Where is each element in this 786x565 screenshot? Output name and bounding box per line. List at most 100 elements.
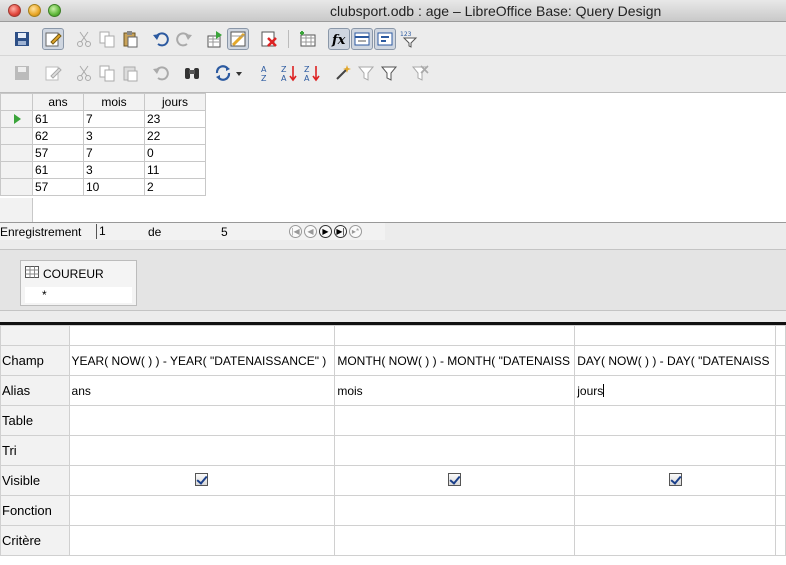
alias-input-value[interactable]: jours	[577, 384, 603, 398]
last-record-icon[interactable]: ▶|	[334, 225, 347, 238]
sort-cell[interactable]	[775, 435, 786, 466]
save-record-icon[interactable]	[11, 62, 33, 84]
row-header[interactable]	[0, 161, 33, 179]
table-cell[interactable]: 3	[83, 127, 145, 145]
table-row[interactable]: 57 7 0	[0, 144, 206, 162]
table-field-item[interactable]: *	[25, 287, 132, 303]
alias-cell[interactable]	[775, 375, 786, 406]
functions-icon[interactable]: fx	[328, 28, 350, 50]
field-cell[interactable]: YEAR( NOW( ) ) - YEAR( "DATENAISSANCE" )	[68, 345, 336, 376]
sort-ascending-icon[interactable]: AZ	[255, 62, 277, 84]
table-cell[interactable]: 22	[144, 127, 206, 145]
column-selector[interactable]	[334, 325, 576, 346]
current-row-marker-icon[interactable]	[0, 110, 33, 128]
field-cell[interactable]: MONTH( NOW( ) ) - MONTH( "DATENAISS	[334, 345, 576, 376]
table-name-icon[interactable]	[351, 28, 373, 50]
find-record-icon[interactable]	[181, 62, 203, 84]
cut-icon[interactable]	[73, 28, 95, 50]
table-row[interactable]: 57 10 2	[0, 178, 206, 196]
table-cell[interactable]: 61	[32, 161, 84, 179]
function-cell[interactable]	[574, 495, 777, 526]
table-row[interactable]: 62 3 22	[0, 127, 206, 145]
table-cell[interactable]: 61	[32, 110, 84, 128]
column-selector[interactable]	[574, 325, 777, 346]
next-record-icon[interactable]: ▶	[319, 225, 332, 238]
redo-icon[interactable]	[173, 28, 195, 50]
undo-icon[interactable]	[150, 62, 172, 84]
apply-filter-icon[interactable]	[355, 62, 377, 84]
table-name-cell[interactable]	[775, 405, 786, 436]
sort-cell[interactable]	[334, 435, 576, 466]
standard-filter-icon[interactable]	[378, 62, 400, 84]
table-cell[interactable]: 7	[83, 144, 145, 162]
alias-cell[interactable]: ans	[68, 375, 336, 406]
column-header-mois[interactable]: mois	[83, 93, 145, 111]
table-cell[interactable]: 57	[32, 178, 84, 196]
visible-checkbox[interactable]	[448, 472, 462, 486]
sort-icon[interactable]: ZA	[301, 62, 323, 84]
edit-icon[interactable]	[42, 28, 64, 50]
sort-cell[interactable]	[574, 435, 777, 466]
alias-cell-editing[interactable]: jours	[574, 375, 777, 406]
function-cell[interactable]	[334, 495, 576, 526]
visible-checkbox[interactable]	[195, 472, 209, 486]
criteria-cell[interactable]	[334, 525, 576, 556]
table-cell[interactable]: 2	[144, 178, 206, 196]
design-view-icon[interactable]	[227, 28, 249, 50]
current-record-field[interactable]: 1	[96, 224, 142, 239]
copy-icon[interactable]	[96, 28, 118, 50]
new-record-icon[interactable]: ▸*	[349, 225, 362, 238]
column-selector[interactable]	[775, 325, 786, 346]
clear-query-icon[interactable]	[258, 28, 280, 50]
table-row[interactable]: 61 3 11	[0, 161, 206, 179]
alias-icon[interactable]	[374, 28, 396, 50]
sort-descending-icon[interactable]: ZA	[278, 62, 300, 84]
function-cell[interactable]	[68, 495, 336, 526]
table-cell[interactable]: 23	[144, 110, 206, 128]
visible-cell[interactable]	[775, 465, 786, 496]
table-name-cell[interactable]	[68, 405, 336, 436]
run-query-icon[interactable]	[204, 28, 226, 50]
table-cell[interactable]: 0	[144, 144, 206, 162]
table-cell[interactable]: 3	[83, 161, 145, 179]
refresh-dropdown-chevron-down-icon[interactable]	[232, 62, 246, 84]
autofilter-icon[interactable]	[332, 62, 354, 84]
table-cell[interactable]: 11	[144, 161, 206, 179]
table-cell[interactable]: 62	[32, 127, 84, 145]
copy-icon[interactable]	[96, 62, 118, 84]
criteria-cell[interactable]	[775, 525, 786, 556]
row-header[interactable]	[0, 144, 33, 162]
table-cell[interactable]: 10	[83, 178, 145, 196]
table-name-cell[interactable]	[574, 405, 777, 436]
column-header-jours[interactable]: jours	[144, 93, 206, 111]
function-cell[interactable]	[775, 495, 786, 526]
visible-checkbox[interactable]	[668, 472, 682, 486]
field-cell[interactable]	[775, 345, 786, 376]
table-cell[interactable]: 7	[83, 110, 145, 128]
paste-icon[interactable]	[119, 62, 141, 84]
row-header[interactable]	[0, 178, 33, 196]
criteria-cell[interactable]	[574, 525, 777, 556]
row-header[interactable]	[0, 127, 33, 145]
row-header-corner[interactable]	[0, 93, 33, 111]
field-cell[interactable]: DAY( NOW( ) ) - DAY( "DATENAISS	[574, 345, 777, 376]
alias-cell[interactable]: mois	[334, 375, 576, 406]
table-window-coureur[interactable]: COUREUR *	[20, 260, 137, 306]
first-record-icon[interactable]: |◀	[289, 225, 302, 238]
column-header-ans[interactable]: ans	[32, 93, 84, 111]
sort-cell[interactable]	[68, 435, 336, 466]
table-row[interactable]: 61 7 23	[0, 110, 206, 128]
refresh-icon[interactable]	[212, 62, 234, 84]
save-icon[interactable]	[11, 28, 33, 50]
distinct-values-icon[interactable]: 123	[398, 28, 420, 50]
edit-data-icon[interactable]	[42, 62, 64, 84]
undo-icon[interactable]	[150, 28, 172, 50]
table-cell[interactable]: 57	[32, 144, 84, 162]
table-name-cell[interactable]	[334, 405, 576, 436]
paste-icon[interactable]	[119, 28, 141, 50]
remove-filter-icon[interactable]	[409, 62, 431, 84]
cut-icon[interactable]	[73, 62, 95, 84]
previous-record-icon[interactable]: ◀	[304, 225, 317, 238]
criteria-cell[interactable]	[68, 525, 336, 556]
add-table-icon[interactable]	[297, 28, 319, 50]
